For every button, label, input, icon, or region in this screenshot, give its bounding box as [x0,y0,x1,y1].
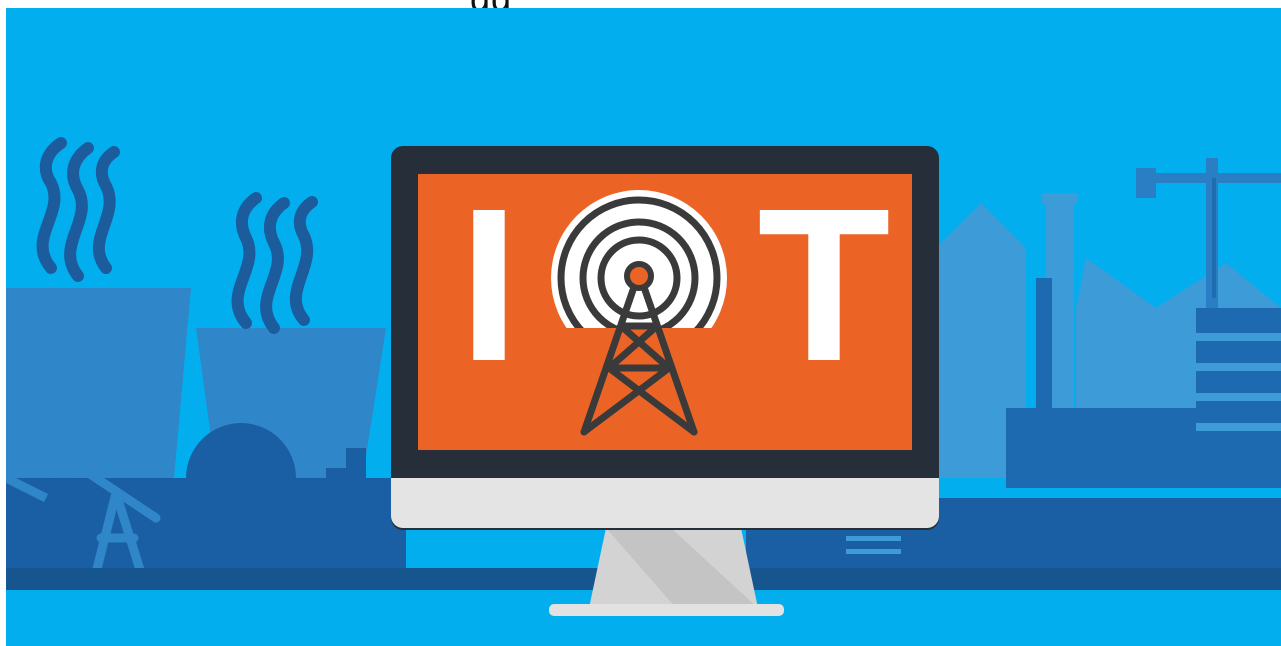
pump-jack-head [64,449,92,477]
monitor-chin [391,478,939,528]
iot-illustration: I T [6,8,1281,646]
letter-i: I [459,164,520,407]
letter-t: T [757,164,890,407]
radio-tower-icon [551,190,727,438]
